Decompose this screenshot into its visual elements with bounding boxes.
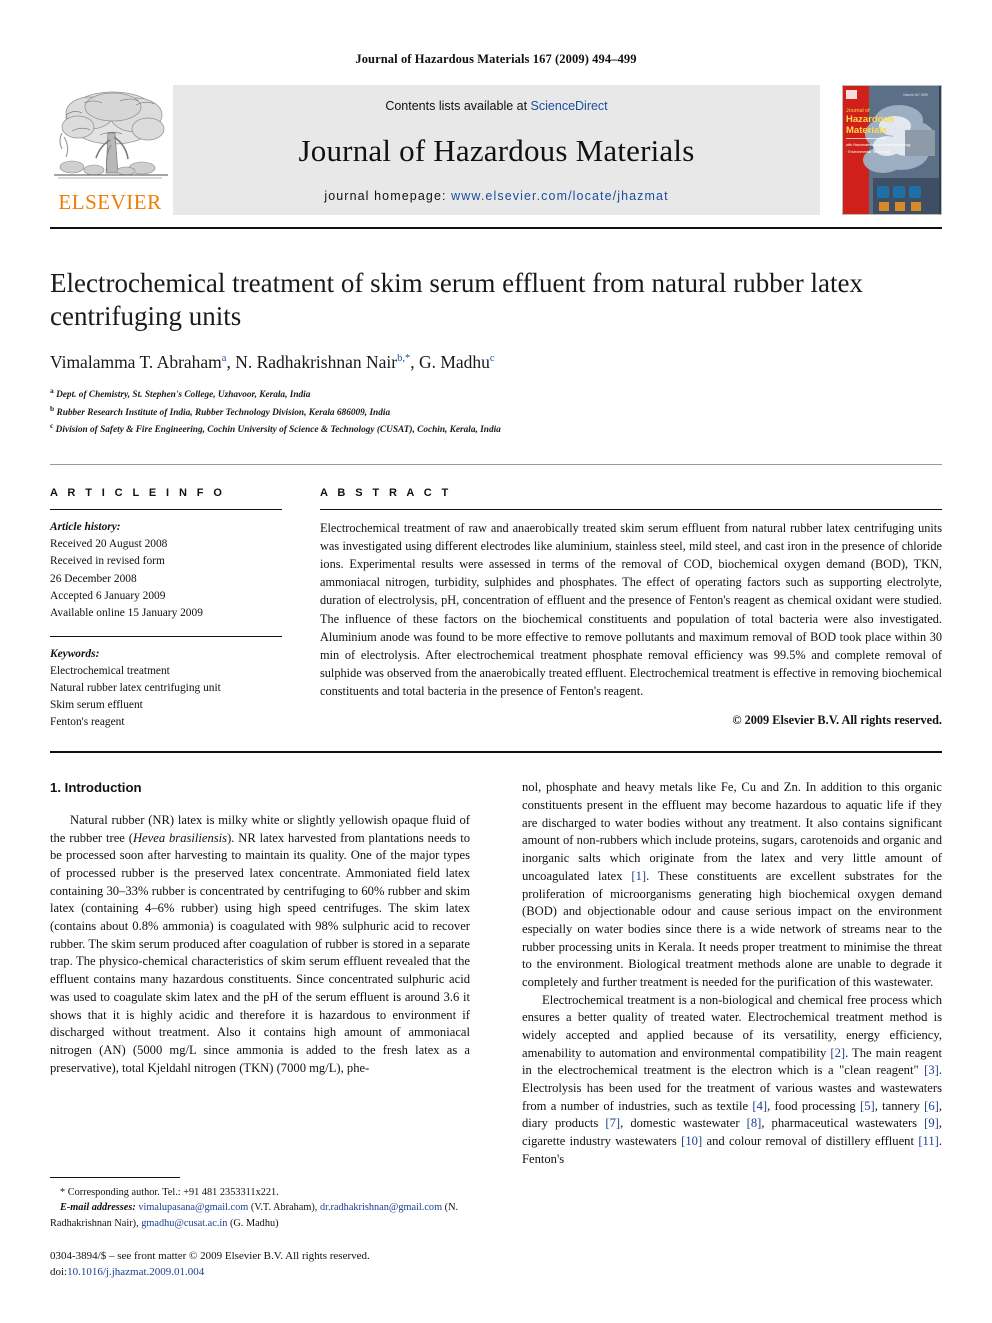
running-head: Journal of Hazardous Materials 167 (2009… [355,52,637,66]
homepage-url-link[interactable]: www.elsevier.com/locate/jhazmat [451,189,669,203]
contents-available-line: Contents lists available at ScienceDirec… [173,99,820,113]
keywords-label: Keywords: [50,647,100,660]
history-item: Received 20 August 2008 [50,538,168,551]
page-title: Electrochemical treatment of skim serum … [50,268,863,331]
footnote-rule [50,1176,180,1178]
affiliation-marker-a: a [50,385,54,395]
history-item: Accepted 6 January 2009 [50,589,166,602]
history-item: Received in revised form [50,555,165,568]
issn-line: 0304-3894/$ – see front matter © 2009 El… [50,1250,370,1263]
svg-text:Volume 167 2009: Volume 167 2009 [903,93,928,97]
abstract-column: A B S T R A C T Electrochemical treatmen… [320,487,942,731]
email-link-1[interactable]: vimalupasana@gmail.com [138,1202,248,1213]
svg-text:· Environmental Technology: · Environmental Technology [846,150,890,154]
keyword-item: Natural rubber latex centrifuging unit [50,682,221,695]
svg-text:Materials: Materials [846,125,887,136]
affiliation-c: c Division of Safety & Fire Engineering,… [50,420,942,438]
sciencedirect-link[interactable]: ScienceDirect [531,99,608,113]
doi-line: doi:10.1016/j.jhazmat.2009.01.004 [50,1265,470,1281]
affiliation-a: a Dept. of Chemistry, St. Stephen's Coll… [50,385,942,403]
journal-title: Journal of Hazardous Materials [298,133,695,168]
title-block: Electrochemical treatment of skim serum … [50,229,942,438]
journal-cover-thumbnail: Journal of Hazardous Materials with Nano… [842,85,942,215]
abstract-heading: A B S T R A C T [320,487,452,500]
affiliations: a Dept. of Chemistry, St. Stephen's Coll… [50,385,942,438]
email-link-3[interactable]: gmadhu@cusat.ac.in [141,1218,227,1229]
paragraph: nol, phosphate and heavy metals like Fe,… [522,780,942,989]
elsevier-tree-icon [50,85,172,193]
elsevier-logo: ELSEVIER [50,85,172,215]
elsevier-wordmark: ELSEVIER [58,190,162,214]
article-page: Journal of Hazardous Materials 167 (2009… [0,0,992,1323]
history-item: 26 December 2008 [50,572,137,585]
article-info-heading: A R T I C L E I N F O [50,487,226,500]
paragraph: Electrochemical treatment is a non-biolo… [522,992,943,1166]
affiliation-text-a: Dept. of Chemistry, St. Stephen's Colleg… [56,389,311,400]
copyright-line: © 2009 Elsevier B.V. All rights reserved… [732,712,942,727]
journal-masthead: ELSEVIER Contents lists available at Sci… [50,85,942,215]
abstract-text: Electrochemical treatment of raw and ana… [320,521,942,698]
cover-artwork-icon: Journal of Hazardous Materials with Nano… [843,86,939,214]
article-info-column: A R T I C L E I N F O Article history: R… [50,487,282,731]
paragraph: Natural rubber (NR) latex is milky white… [50,812,470,1075]
section-heading-introduction: 1. Introduction [50,780,142,796]
article-info-rule [50,509,282,511]
affiliation-text-c: Division of Safety & Fire Engineering, C… [55,425,501,436]
affiliation-text-b: Rubber Research Institute of India, Rubb… [56,407,391,418]
doi-label: doi: [50,1266,68,1279]
keyword-item: Fenton's reagent [50,716,125,729]
affiliation-marker-b: b [50,403,55,413]
email-owner-1: (V.T. Abraham) [250,1202,315,1214]
issn-doi-block: 0304-3894/$ – see front matter © 2009 El… [50,1249,470,1281]
affiliation-b: b Rubber Research Institute of India, Ru… [50,403,942,421]
email-addresses-note: E-mail addresses: vimalupasana@gmail.com… [50,1202,459,1229]
body-column-right: nol, phosphate and heavy metals like Fe,… [522,779,942,1168]
info-abstract-row: A R T I C L E I N F O Article history: R… [50,465,942,731]
keyword-item: Skim serum effluent [50,699,143,712]
corresponding-author-note: * Corresponding author. Tel.: +91 481 23… [60,1186,279,1198]
footnote-block: * Corresponding author. Tel.: +91 481 23… [50,1176,470,1281]
article-history-group: Article history: Received 20 August 2008… [50,519,282,622]
doi-link[interactable]: 10.1016/j.jhazmat.2009.01.004 [67,1266,204,1278]
body-columns: 1. Introduction Natural rubber (NR) late… [50,753,942,1168]
email-owner-3: (G. Madhu) [229,1217,279,1229]
author-list: Vimalamma T. Abrahama, N. Radhakrishnan … [50,351,495,372]
article-history-label: Article history: [50,521,121,534]
contents-prefix: Contents lists available at [385,99,531,113]
abstract-rule [320,509,942,511]
keyword-item: Electrochemical treatment [50,664,170,677]
email-link-2[interactable]: dr.radhakrishnan@gmail.com [320,1202,442,1213]
affiliation-marker-c: c [50,421,54,431]
masthead-center: Contents lists available at ScienceDirec… [172,85,820,215]
journal-homepage-line: journal homepage: www.elsevier.com/locat… [173,189,820,203]
svg-text:with Nanomaterials and Nanotec: with Nanomaterials and Nanotechnology [846,143,911,147]
keywords-group: Keywords: Electrochemical treatment Natu… [50,646,282,732]
history-item: Available online 15 January 2009 [50,606,203,619]
keywords-rule [50,635,282,637]
homepage-prefix: journal homepage: [324,189,452,203]
svg-text:Hazardous: Hazardous [846,114,895,125]
body-column-left: 1. Introduction Natural rubber (NR) late… [50,779,470,1168]
email-label: E-mail addresses: [60,1202,136,1214]
